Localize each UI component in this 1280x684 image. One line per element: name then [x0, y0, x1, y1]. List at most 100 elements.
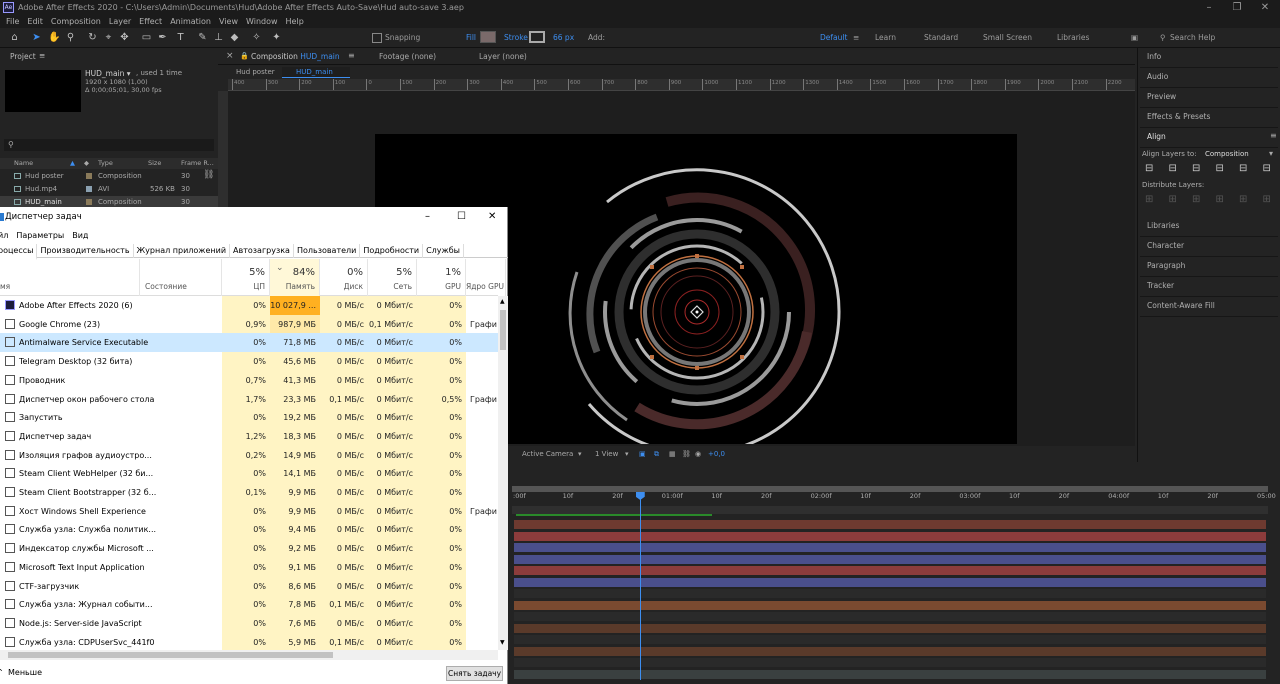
panel-menu-icon[interactable]: ≡ [1270, 131, 1277, 140]
time-ruler[interactable]: :00f 10f 20f 01:00f 10f 20f 02:00f 10f 20f 03:00f… [512, 492, 1276, 504]
align-v-center-icon[interactable]: ⊟ [1239, 163, 1247, 174]
process-row[interactable]: Служба узла: Журнал событи... 0% 7,8 МБ 0,1… [0, 595, 498, 615]
roto-brush-tool-icon[interactable]: ✧ [250, 31, 263, 44]
pan-behind-tool-icon[interactable]: ✥ [118, 31, 131, 44]
close-tab-icon[interactable]: × [226, 51, 234, 61]
brush-tool-icon[interactable]: ✎ [196, 31, 209, 44]
layer-bar[interactable] [514, 589, 1266, 598]
tm-menu-item[interactable]: Параметры [16, 231, 64, 240]
distribute-icon[interactable]: ⊞ [1216, 194, 1224, 205]
menu-edit[interactable]: Edit [27, 17, 43, 26]
process-row[interactable]: Служба узла: Служба политик... 0% 9,4 МБ 0 … [0, 520, 498, 540]
process-row[interactable]: Диспетчер задач 1,2% 18,3 МБ 0 МБ/с 0 Мбит/с… [0, 426, 498, 446]
workspace-overflow-icon[interactable]: ▣ [1131, 33, 1138, 42]
layer-bar[interactable] [514, 543, 1266, 552]
close-icon[interactable]: ✕ [1252, 0, 1278, 15]
layer-bar[interactable] [514, 646, 1266, 656]
layer-bar[interactable] [514, 520, 1266, 529]
process-row[interactable]: Изоляция графов аудиоустро... 0,2% 14,9 МБ… [0, 445, 498, 465]
fewer-details-link[interactable]: Меньше [8, 662, 42, 684]
pen-tool-icon[interactable]: ✒ [156, 31, 169, 44]
stroke-swatch[interactable] [529, 31, 545, 43]
tm-menu-item[interactable]: Вид [72, 231, 88, 240]
transparency-grid-icon[interactable]: ▦ [669, 446, 676, 462]
align-left-icon[interactable]: ⊟ [1145, 163, 1153, 174]
tm-column-header[interactable]: мя [0, 259, 140, 296]
label-color-swatch[interactable] [86, 199, 92, 205]
layer-bar[interactable] [514, 577, 1266, 587]
tab-footage[interactable]: Footage (none) [379, 52, 436, 61]
process-row[interactable]: Google Chrome (23) 0,9% 987,9 МБ 0 МБ/с 0,1 … [0, 314, 498, 334]
align-top-icon[interactable]: ⊟ [1216, 163, 1224, 174]
distribute-icon[interactable]: ⊞ [1145, 194, 1153, 205]
layer-bar[interactable] [514, 554, 1266, 564]
scroll-up-icon[interactable]: ▲ [500, 298, 505, 305]
tm-column-header[interactable]: 0% Диск [320, 259, 368, 296]
workspace-standard[interactable]: Standard [924, 33, 958, 42]
process-row[interactable]: Хост Windows Shell Experience 0% 9,9 МБ 0 М… [0, 501, 498, 521]
process-row[interactable]: Antimalware Service Executable 0% 71,8 МБ 0… [0, 333, 498, 353]
add-label[interactable]: Add: [588, 33, 605, 42]
process-row[interactable]: Запустить 0% 19,2 МБ 0 МБ/с 0 Мбит/с 0% [0, 408, 498, 428]
distribute-icon[interactable]: ⊞ [1239, 194, 1247, 205]
rotate-tool-icon[interactable]: ↻ [86, 31, 99, 44]
project-comp-name[interactable]: HUD_main ▾ [85, 69, 131, 78]
zoom-tool-icon[interactable]: ⚲ [64, 31, 77, 44]
maximize-icon[interactable]: ☐ [457, 207, 466, 227]
column-type[interactable]: Type [98, 158, 113, 169]
label-color-swatch[interactable] [86, 173, 92, 179]
layer-bar[interactable] [514, 566, 1266, 575]
active-camera-dropdown[interactable]: Active Camera [522, 446, 573, 462]
process-row[interactable]: Steam Client WebHelper (32 би... 0% 14,1 М… [0, 464, 498, 484]
tm-column-header[interactable]: 5% Сеть [368, 259, 417, 296]
panel-audio[interactable]: Audio [1147, 72, 1168, 81]
clone-stamp-tool-icon[interactable]: ⊥ [212, 31, 225, 44]
snapping-checkbox[interactable] [372, 33, 382, 43]
exposure-value[interactable]: +0,0 [708, 446, 725, 462]
toggle-pixel-aspect-icon[interactable]: ▣ [639, 446, 646, 462]
chevron-down-icon[interactable]: ▾ [625, 446, 629, 462]
lock-icon[interactable]: 🔒 [240, 52, 249, 60]
menu-layer[interactable]: Layer [109, 17, 131, 26]
chevron-up-icon[interactable]: ⌃ [0, 662, 4, 684]
tab-composition[interactable]: Composition HUD_main [251, 52, 340, 61]
scrollbar-thumb[interactable] [500, 310, 506, 350]
panel-paragraph[interactable]: Paragraph [1147, 261, 1185, 270]
hand-tool-icon[interactable]: ✋ [48, 31, 61, 44]
view-layout-dropdown[interactable]: 1 View [595, 446, 618, 462]
distribute-icon[interactable]: ⊞ [1192, 194, 1200, 205]
stroke-label[interactable]: Stroke [504, 33, 528, 42]
puppet-tool-icon[interactable]: ✦ [270, 31, 283, 44]
tm-tab[interactable]: Автозагрузка [230, 244, 294, 258]
process-row[interactable]: Steam Client Bootstrapper (32 б... 0,1% 9,… [0, 483, 498, 502]
layer-bar[interactable] [514, 531, 1266, 541]
snapshot-icon[interactable]: ◉ [695, 446, 701, 462]
panel-menu-icon[interactable]: ≡ [348, 51, 355, 60]
menu-effect[interactable]: Effect [139, 17, 162, 26]
process-row[interactable]: Adobe After Effects 2020 (6) 0% 10 027,9 .… [0, 296, 498, 315]
search-icon[interactable]: ⚲ [1160, 33, 1166, 42]
workspace-libraries[interactable]: Libraries [1057, 33, 1089, 42]
fill-swatch[interactable] [480, 31, 496, 43]
process-row[interactable]: Microsoft Text Input Application 0% 9,1 МБ… [0, 557, 498, 577]
layer-bar[interactable] [514, 658, 1266, 667]
scroll-down-icon[interactable]: ▼ [500, 639, 505, 646]
playhead[interactable] [635, 492, 645, 680]
label-column-icon[interactable]: ◆ [84, 158, 89, 169]
process-row[interactable]: Диспетчер окон рабочего стола 1,7% 23,3 МБ… [0, 389, 498, 409]
process-row[interactable]: Node.js: Server-side JavaScript 0% 7,6 МБ 0… [0, 613, 498, 633]
workspace-menu-icon[interactable]: ≡ [853, 33, 859, 42]
fill-label[interactable]: Fill [466, 33, 476, 42]
tm-menu-item[interactable]: йл [0, 231, 8, 240]
process-row[interactable]: Проводник 0,7% 41,3 МБ 0 МБ/с 0 Мбит/с 0% [0, 370, 498, 390]
selection-tool-icon[interactable]: ➤ [30, 31, 43, 44]
menu-help[interactable]: Help [286, 17, 304, 26]
project-search[interactable]: ⚲ [4, 139, 214, 151]
eraser-tool-icon[interactable]: ◆ [228, 31, 241, 44]
minimize-icon[interactable]: – [425, 207, 430, 227]
column-size[interactable]: Size [148, 158, 161, 169]
layer-bar[interactable] [514, 669, 1266, 679]
menu-composition[interactable]: Composition [51, 17, 101, 26]
tm-column-header[interactable]: 5% ЦП [222, 259, 270, 296]
tm-tab[interactable]: Производительность [37, 244, 134, 258]
